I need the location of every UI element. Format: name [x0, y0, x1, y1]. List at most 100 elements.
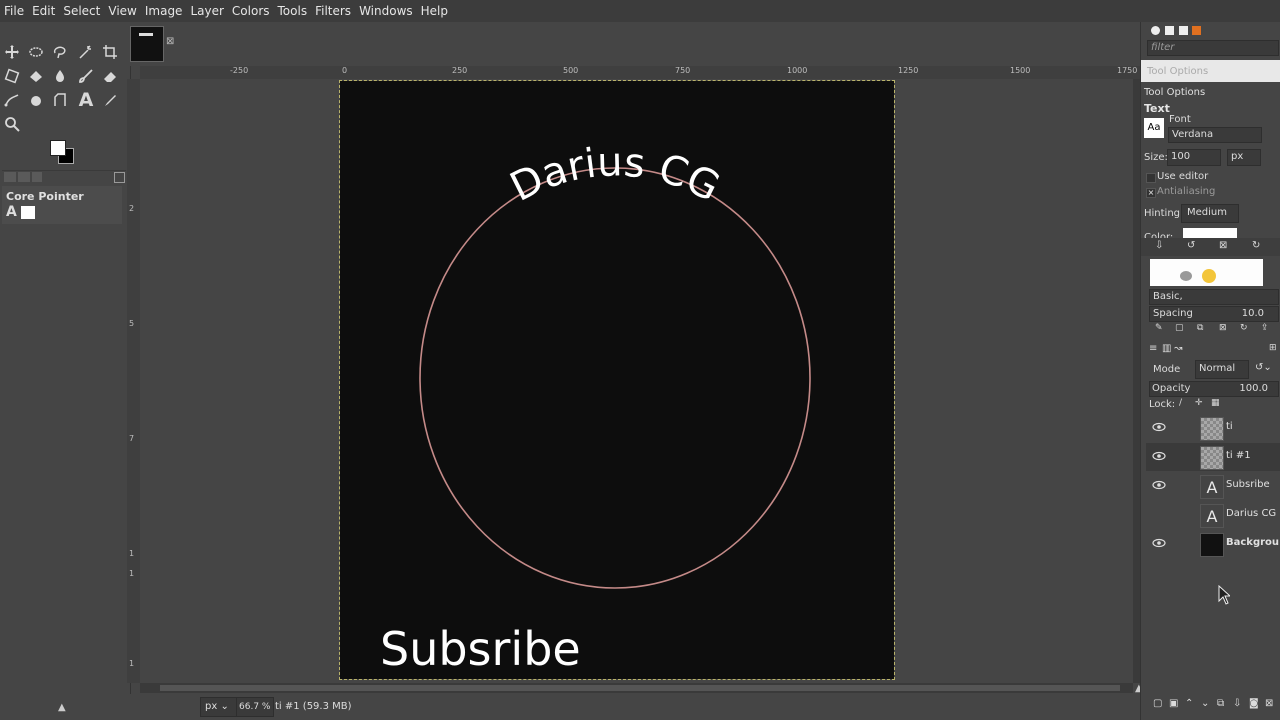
fuzzy-select-icon[interactable] — [76, 42, 96, 62]
lock-alpha-icon[interactable]: ▦ — [1211, 398, 1220, 408]
image-canvas[interactable]: Darius CG Subsribe — [339, 80, 895, 680]
text-tool-icon[interactable]: A — [76, 89, 96, 111]
opacity-slider[interactable]: Opacity 100.0 — [1149, 381, 1279, 397]
mode-reset-icon[interactable]: ↺⌄ — [1255, 362, 1272, 373]
unit-select[interactable]: px ⌄ — [200, 697, 238, 717]
duplicate-brush-icon[interactable]: ⧉ — [1197, 323, 1203, 333]
layer-row-active[interactable]: ti #1 — [1146, 443, 1280, 471]
smudge-icon[interactable] — [26, 90, 46, 110]
eraser-icon[interactable] — [100, 66, 120, 86]
visibility-eye-icon[interactable] — [1152, 536, 1166, 550]
restore-options-icon[interactable]: ↺ — [1187, 240, 1195, 251]
visibility-eye-icon[interactable] — [1152, 478, 1166, 492]
visibility-eye-icon[interactable] — [1152, 420, 1166, 434]
bucket-fill-icon[interactable] — [26, 66, 46, 86]
clone-icon[interactable] — [50, 90, 70, 110]
layer-row[interactable]: A Darius CG — [1146, 501, 1280, 529]
delete-layer-icon[interactable]: ⊠ — [1265, 698, 1273, 709]
lasso-icon[interactable] — [50, 42, 70, 62]
patterns-tab-icon[interactable] — [1165, 26, 1174, 35]
open-brush-icon[interactable]: ⇪ — [1261, 323, 1269, 333]
antialiasing-checkbox[interactable]: × — [1146, 188, 1156, 198]
layer-row[interactable]: ti — [1146, 414, 1280, 442]
fonts-tab-icon[interactable] — [1179, 26, 1188, 35]
channels-tab-icon[interactable]: ▥ — [1162, 343, 1171, 354]
spacing-slider[interactable]: Spacing 10.0 — [1149, 306, 1279, 322]
layers-tab-icon[interactable]: ≡ — [1149, 343, 1157, 354]
anchor-layer-icon[interactable]: ⇩ — [1233, 698, 1241, 709]
refresh-brush-icon[interactable]: ↻ — [1240, 323, 1248, 333]
menu-windows[interactable]: Windows — [355, 0, 417, 22]
menu-file[interactable]: File — [0, 0, 28, 22]
reset-options-icon[interactable]: ↻ — [1252, 240, 1260, 251]
close-tab-icon[interactable]: ⊠ — [166, 36, 174, 47]
save-options-icon[interactable]: ⇩ — [1155, 240, 1163, 251]
font-preview-icon[interactable]: Aa — [1144, 118, 1164, 138]
lock-pixels-icon[interactable]: / — [1179, 398, 1182, 408]
paths-tab-icon[interactable]: ↝ — [1174, 343, 1182, 354]
filter-input[interactable]: filter — [1147, 40, 1279, 56]
delete-brush-icon[interactable]: ⊠ — [1219, 323, 1227, 333]
size-input[interactable]: 100 — [1167, 149, 1221, 166]
edit-brush-icon[interactable]: ✎ — [1155, 323, 1163, 333]
brushes-tab-icon[interactable] — [1151, 26, 1160, 35]
device-tab-icon[interactable] — [4, 172, 16, 182]
fg-color[interactable] — [50, 140, 66, 156]
move-tool-icon[interactable] — [2, 42, 22, 62]
layer-row[interactable]: A Subsribe — [1146, 472, 1280, 500]
layer-row[interactable]: Backgrou — [1146, 530, 1280, 558]
size-label: Size: — [1144, 152, 1168, 163]
text-color-swatch[interactable] — [1183, 228, 1237, 238]
delete-options-icon[interactable]: ⊠ — [1219, 240, 1227, 251]
images-tab-icon[interactable] — [32, 172, 42, 182]
menu-colors[interactable]: Colors — [228, 0, 274, 22]
reset-arrow-icon[interactable]: ▲ — [58, 702, 66, 713]
scroll-thumb[interactable] — [160, 685, 1120, 691]
menu-edit[interactable]: Edit — [28, 0, 59, 22]
duplicate-layer-icon[interactable]: ⧉ — [1217, 698, 1224, 709]
zoom-select[interactable]: 66.7 % — [236, 697, 274, 717]
brush-set-select[interactable]: Basic, — [1149, 289, 1279, 305]
paint-icon[interactable] — [50, 66, 70, 86]
fg-bg-color-swatch[interactable] — [48, 136, 78, 166]
crop-icon[interactable] — [100, 42, 120, 62]
dock-menu-icon[interactable]: ⊞ — [1269, 343, 1277, 353]
menu-select[interactable]: Select — [59, 0, 104, 22]
new-layer-icon[interactable]: ▣ — [1169, 698, 1178, 709]
use-editor-checkbox[interactable] — [1146, 173, 1156, 183]
menu-layer[interactable]: Layer — [186, 0, 227, 22]
horizontal-scrollbar[interactable] — [140, 683, 1133, 693]
tool-options-tab[interactable]: Tool Options — [1141, 60, 1280, 82]
menu-tools[interactable]: Tools — [274, 0, 312, 22]
transform-icon[interactable] — [2, 66, 22, 86]
new-layer-group-icon[interactable]: ▢ — [1153, 698, 1162, 709]
paintbrush-icon[interactable] — [76, 66, 96, 86]
path-icon[interactable] — [2, 90, 22, 110]
filter-placeholder: filter — [1151, 42, 1175, 53]
menu-help[interactable]: Help — [417, 0, 452, 22]
color-picker-icon[interactable] — [100, 90, 120, 110]
gradients-tab-icon[interactable] — [1192, 26, 1201, 35]
hinting-select[interactable]: Medium — [1181, 204, 1239, 223]
zoom-icon[interactable] — [2, 114, 22, 134]
size-unit-select[interactable]: px — [1227, 149, 1261, 166]
vertical-scrollbar[interactable] — [1133, 79, 1140, 683]
new-brush-icon[interactable]: ▢ — [1175, 323, 1184, 333]
menu-filters[interactable]: Filters — [311, 0, 355, 22]
lock-position-icon[interactable]: ✛ — [1195, 398, 1203, 408]
hinting-value: Medium — [1187, 207, 1227, 218]
menu-image[interactable]: Image — [141, 0, 187, 22]
image-tab-thumbnail[interactable] — [130, 26, 164, 62]
menu-view[interactable]: View — [104, 0, 140, 22]
canvas-area[interactable]: Darius CG Subsribe — [140, 79, 1133, 683]
mask-layer-icon[interactable]: ◙ — [1249, 698, 1259, 709]
mode-select[interactable]: Normal — [1195, 360, 1249, 379]
tab-menu-icon[interactable] — [114, 172, 125, 183]
rect-select-icon[interactable] — [26, 42, 46, 62]
lower-layer-icon[interactable]: ⌄ — [1201, 698, 1209, 709]
visibility-eye-icon[interactable] — [1152, 449, 1166, 463]
raise-layer-icon[interactable]: ⌃ — [1185, 698, 1193, 709]
brush-preview[interactable] — [1150, 259, 1263, 286]
undo-tab-icon[interactable] — [18, 172, 30, 182]
font-input[interactable]: Verdana — [1168, 127, 1262, 143]
